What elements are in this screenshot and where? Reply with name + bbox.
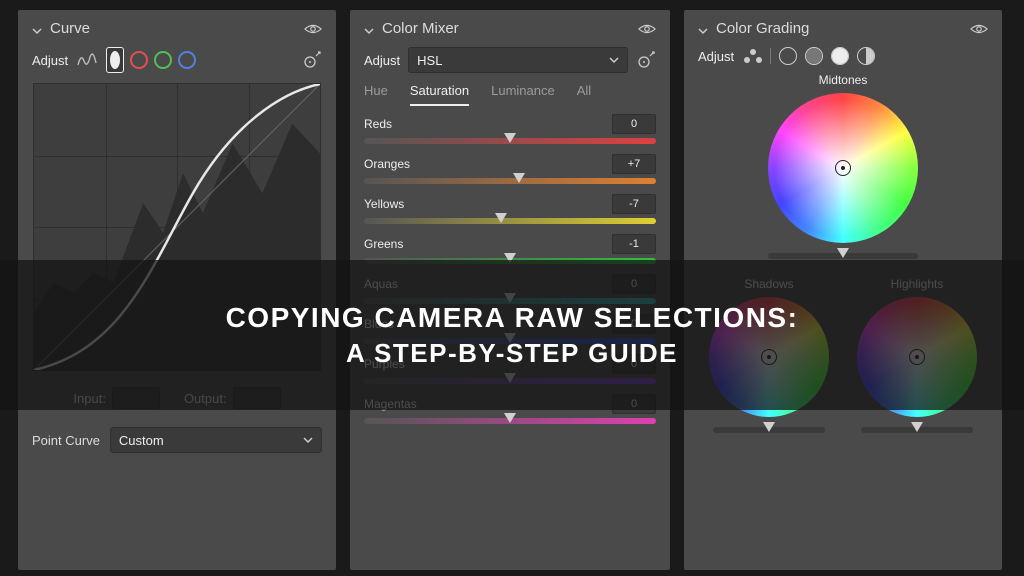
global-mode-icon[interactable] <box>857 47 875 65</box>
slider-track[interactable] <box>364 218 656 224</box>
tab-saturation[interactable]: Saturation <box>410 83 469 106</box>
channel-rgb-button[interactable] <box>106 47 124 73</box>
parametric-curve-icon[interactable] <box>76 51 98 69</box>
adjust-label: Adjust <box>364 53 400 68</box>
slider-value[interactable]: -1 <box>612 234 656 254</box>
channel-red-button[interactable] <box>130 51 148 69</box>
title-overlay: COPYING CAMERA RAW SELECTIONS: A STEP-BY… <box>0 260 1024 410</box>
slider-thumb[interactable] <box>504 133 516 143</box>
shadows-luminance-slider[interactable] <box>713 427 825 433</box>
slider-row-reds: Reds 0 <box>364 114 656 144</box>
point-curve-select[interactable]: Custom <box>110 427 322 453</box>
slider-value[interactable]: +7 <box>612 154 656 174</box>
highlights-mode-icon[interactable] <box>831 47 849 65</box>
midtones-label: Midtones <box>698 73 988 87</box>
overlay-line1: COPYING CAMERA RAW SELECTIONS: <box>226 302 799 334</box>
slider-thumb[interactable] <box>495 213 507 223</box>
channel-green-button[interactable] <box>154 51 172 69</box>
slider-thumb[interactable] <box>513 173 525 183</box>
midtones-luminance-slider[interactable] <box>768 253 918 259</box>
panel-title: Color Grading <box>716 20 962 37</box>
slider-thumb[interactable] <box>837 248 849 258</box>
slider-thumb[interactable] <box>911 422 923 432</box>
chevron-down-icon[interactable] <box>698 24 708 34</box>
slider-track[interactable] <box>364 178 656 184</box>
eye-icon[interactable] <box>638 23 656 35</box>
slider-thumb[interactable] <box>763 422 775 432</box>
three-way-icon[interactable] <box>744 49 762 63</box>
adjust-label: Adjust <box>698 49 734 64</box>
hsl-tabs: Hue Saturation Luminance All <box>364 83 656 106</box>
targeted-adjustment-icon[interactable] <box>636 50 656 70</box>
slider-thumb[interactable] <box>504 413 516 423</box>
channel-blue-button[interactable] <box>178 51 196 69</box>
slider-row-oranges: Oranges +7 <box>364 154 656 184</box>
midtones-wheel[interactable] <box>768 93 918 243</box>
slider-row-yellows: Yellows -7 <box>364 194 656 224</box>
mixer-mode-select[interactable]: HSL <box>408 47 628 73</box>
slider-label: Greens <box>364 237 403 251</box>
slider-label: Yellows <box>364 197 404 211</box>
eye-icon[interactable] <box>970 23 988 35</box>
tab-luminance[interactable]: Luminance <box>491 83 555 106</box>
slider-value[interactable]: -7 <box>612 194 656 214</box>
chevron-down-icon[interactable] <box>364 24 374 34</box>
slider-value[interactable]: 0 <box>612 114 656 134</box>
slider-track[interactable] <box>364 418 656 424</box>
mixer-mode-value: HSL <box>417 53 442 68</box>
tab-all[interactable]: All <box>577 83 591 106</box>
point-curve-label: Point Curve <box>32 433 100 448</box>
midtones-mode-icon[interactable] <box>805 47 823 65</box>
highlights-luminance-slider[interactable] <box>861 427 973 433</box>
eye-icon[interactable] <box>304 23 322 35</box>
panel-title: Color Mixer <box>382 20 630 37</box>
chevron-down-icon[interactable] <box>32 24 42 34</box>
point-curve-value: Custom <box>119 433 164 448</box>
panel-title: Curve <box>50 20 296 37</box>
adjust-label: Adjust <box>32 53 68 68</box>
targeted-adjustment-icon[interactable] <box>302 50 322 70</box>
slider-label: Reds <box>364 117 392 131</box>
tab-hue[interactable]: Hue <box>364 83 388 106</box>
wheel-knob[interactable] <box>835 160 851 176</box>
overlay-line2: A STEP-BY-STEP GUIDE <box>346 338 678 369</box>
slider-track[interactable] <box>364 138 656 144</box>
shadows-mode-icon[interactable] <box>779 47 797 65</box>
slider-label: Oranges <box>364 157 410 171</box>
